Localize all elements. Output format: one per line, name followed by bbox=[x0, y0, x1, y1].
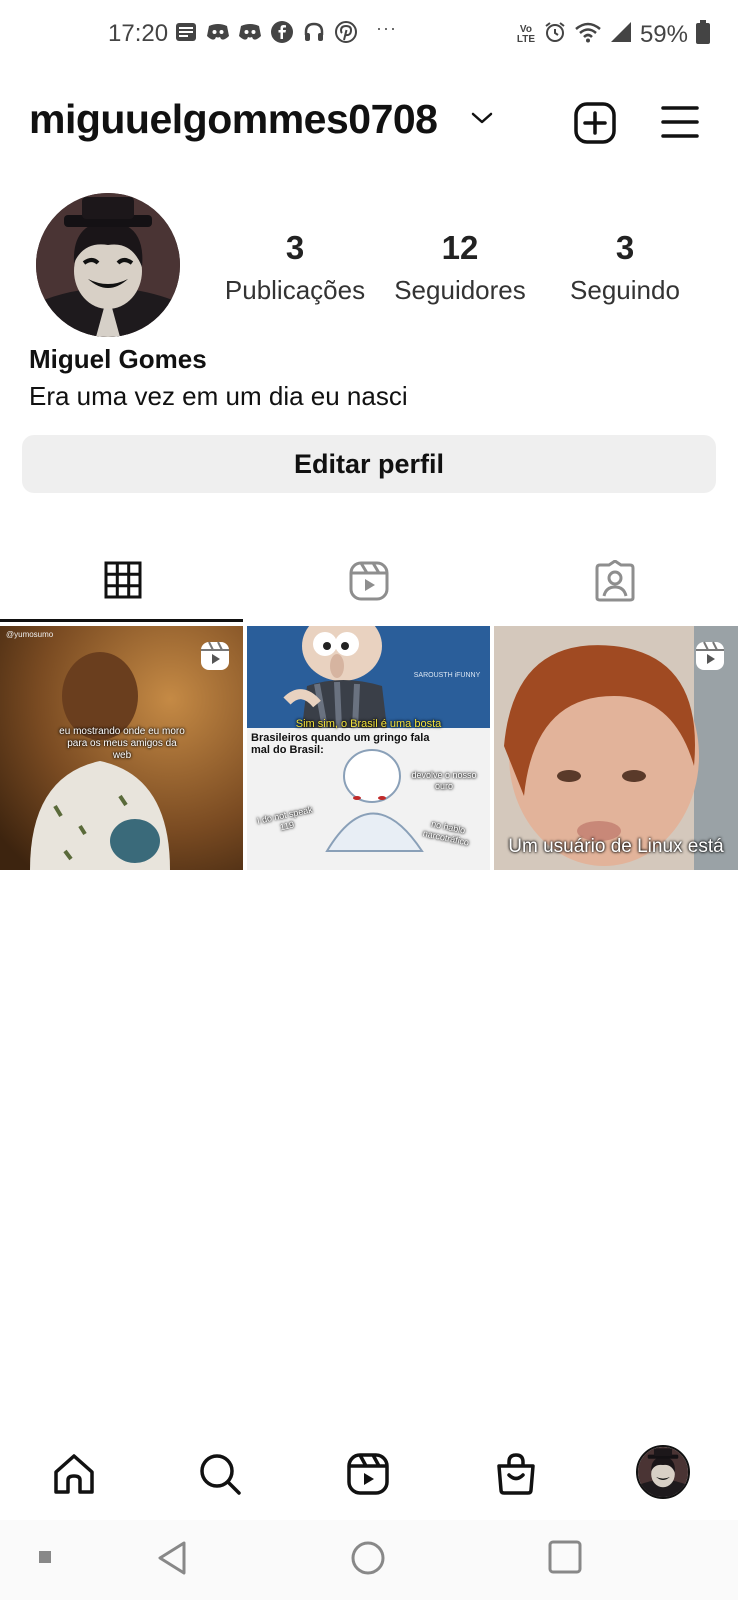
post-thumbnail[interactable]: @yumosumo eu mostrando onde eu moro para… bbox=[0, 626, 243, 870]
post-caption: eu mostrando onde eu moro para os meus a… bbox=[59, 726, 185, 761]
more-notifications: ··· bbox=[376, 18, 397, 38]
stat-label: Seguindo bbox=[570, 275, 680, 305]
username-switcher[interactable]: miguuelgommes0708 bbox=[29, 96, 438, 143]
facebook-icon bbox=[270, 20, 294, 44]
stat-following[interactable]: 3 Seguindo bbox=[540, 228, 710, 308]
back-icon[interactable] bbox=[156, 1540, 188, 1581]
discord-icon bbox=[238, 20, 262, 44]
grid-icon bbox=[103, 560, 143, 605]
status-bar: 17:20 ··· Vo LTE 59% bbox=[0, 0, 738, 70]
search-icon[interactable] bbox=[196, 1450, 244, 1498]
recents-dot-icon[interactable] bbox=[38, 1550, 52, 1569]
stat-label: Publicações bbox=[224, 275, 366, 305]
profile-bio: Era uma vez em um dia eu nasci bbox=[29, 381, 408, 411]
profile-avatar[interactable] bbox=[636, 1445, 690, 1499]
meme-heading: Brasileiros quando um gringo fala mal do… bbox=[251, 732, 430, 756]
notification-icons bbox=[174, 20, 358, 44]
system-navigation-bar bbox=[0, 1520, 738, 1600]
system-status: Vo LTE 59% bbox=[516, 20, 710, 49]
post-thumbnail[interactable]: Um usuário de Linux está bbox=[494, 626, 738, 870]
profile-header: miguuelgommes0708 bbox=[0, 88, 738, 158]
reel-badge-icon bbox=[694, 640, 726, 672]
pinterest-icon bbox=[334, 20, 358, 44]
discord-icon bbox=[206, 20, 230, 44]
post-watermark: SAROUSTH iFUNNY bbox=[413, 672, 481, 679]
post-caption: Um usuário de Linux está bbox=[508, 836, 724, 857]
stat-label: Seguidores bbox=[394, 275, 526, 305]
tab-reels[interactable] bbox=[246, 548, 492, 622]
profile-stats: 3 Publicações 12 Seguidores 3 Seguindo bbox=[210, 228, 710, 308]
meme-bubble: devolve o nosso ouro bbox=[411, 770, 477, 791]
status-time: 17:20 bbox=[108, 20, 169, 47]
volte-indicator: Vo LTE bbox=[516, 23, 536, 45]
reels-icon[interactable] bbox=[344, 1450, 392, 1498]
profile-full-name: Miguel Gomes bbox=[29, 344, 207, 374]
reel-badge-icon bbox=[199, 640, 231, 672]
signal-icon bbox=[610, 21, 632, 48]
battery-icon bbox=[696, 20, 710, 49]
meme-top-caption: Sim sim, o Brasil é uma bosta bbox=[295, 718, 442, 730]
stat-value: 3 bbox=[615, 229, 635, 266]
edit-profile-button[interactable]: Editar perfil bbox=[22, 435, 716, 493]
post-watermark: @yumosumo bbox=[6, 630, 54, 639]
headphones-icon bbox=[302, 20, 326, 44]
tab-tagged[interactable] bbox=[492, 548, 738, 622]
stat-posts[interactable]: 3 Publicações bbox=[210, 228, 380, 308]
chevron-down-icon[interactable] bbox=[470, 110, 494, 131]
menu-icon[interactable] bbox=[660, 102, 700, 142]
home-button-icon[interactable] bbox=[350, 1540, 386, 1581]
alarm-icon bbox=[544, 21, 566, 48]
reels-icon bbox=[348, 560, 390, 607]
create-post-icon[interactable] bbox=[572, 100, 618, 146]
tab-grid[interactable] bbox=[0, 548, 246, 622]
stat-value: 3 bbox=[285, 229, 305, 266]
news-icon bbox=[174, 20, 198, 44]
stat-followers[interactable]: 12 Seguidores bbox=[375, 228, 545, 308]
active-tab-indicator bbox=[0, 619, 243, 622]
stat-value: 12 bbox=[441, 229, 479, 266]
battery-percent: 59% bbox=[639, 20, 688, 48]
profile-tabs bbox=[0, 548, 738, 622]
posts-grid: @yumosumo eu mostrando onde eu moro para… bbox=[0, 626, 738, 870]
profile-avatar[interactable] bbox=[36, 193, 180, 337]
wifi-icon bbox=[574, 21, 602, 48]
bottom-navigation bbox=[0, 1440, 738, 1504]
tagged-icon bbox=[594, 559, 636, 607]
post-thumbnail[interactable]: Sim sim, o Brasil é uma bosta SAROUSTH i… bbox=[247, 626, 490, 870]
overview-icon[interactable] bbox=[548, 1540, 582, 1579]
shop-icon[interactable] bbox=[492, 1450, 540, 1498]
home-icon[interactable] bbox=[50, 1450, 98, 1498]
